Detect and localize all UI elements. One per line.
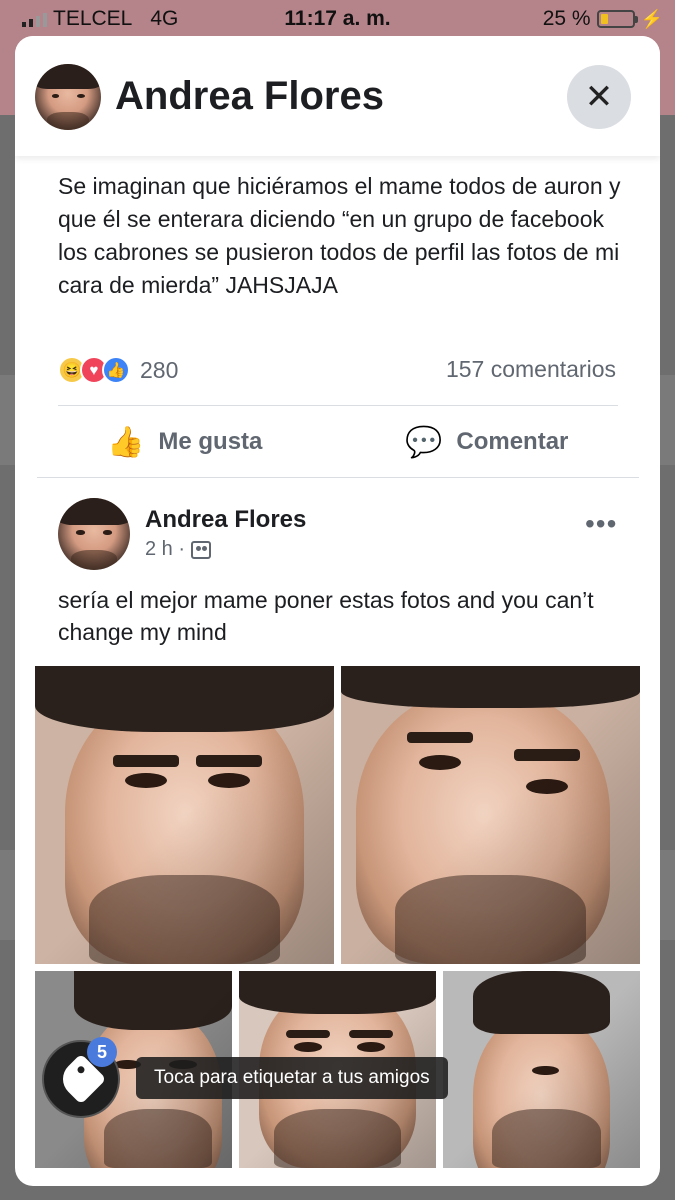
post-photo[interactable]: [341, 666, 640, 964]
post-author[interactable]: Andrea Flores: [145, 506, 306, 534]
tag-tooltip: Toca para etiquetar a tus amigos: [136, 1057, 448, 1099]
like-button[interactable]: 👍 Me gusta: [107, 422, 262, 462]
avatar[interactable]: [35, 64, 101, 130]
post-time[interactable]: 2 h ·: [145, 538, 185, 561]
comments-count[interactable]: 157 comentarios: [446, 356, 616, 383]
audience-group-icon[interactable]: [191, 540, 212, 559]
reactions-summary[interactable]: 😆 ♥ 👍 280: [58, 354, 178, 386]
battery-icon: [596, 10, 638, 28]
sheet-header: Andrea Flores ✕: [15, 36, 660, 156]
comment-label: Comentar: [456, 428, 569, 455]
more-options-button[interactable]: •••: [585, 508, 617, 540]
reaction-count: 280: [140, 356, 179, 383]
network-type: 4G: [150, 7, 179, 30]
divider: [37, 477, 639, 478]
post-meta: 2 h ·: [145, 538, 212, 561]
carrier-name: TELCEL: [53, 7, 133, 30]
post-text: sería el mejor mame poner estas fotos an…: [58, 587, 594, 645]
clock: 11:17 a. m.: [284, 7, 391, 30]
tag-count-badge: 5: [87, 1037, 117, 1067]
post-sheet: Andrea Flores ✕ Se imaginan que hiciéram…: [15, 36, 660, 1186]
like-icon: 👍: [102, 356, 130, 384]
battery-percent: 25 %: [542, 7, 591, 30]
divider: [58, 405, 618, 406]
comment-bubble-icon: 💬: [405, 425, 443, 459]
close-button[interactable]: ✕: [567, 65, 631, 129]
post-photo[interactable]: [35, 666, 334, 964]
status-bar: TELCEL 4G 11:17 a. m. 25 % ⚡: [0, 0, 675, 38]
post-photo[interactable]: [443, 971, 640, 1168]
like-label: Me gusta: [158, 428, 263, 455]
close-icon: ✕: [584, 78, 614, 116]
avatar[interactable]: [58, 498, 130, 570]
charging-icon: ⚡: [640, 8, 663, 29]
thumbs-up-icon: 👍: [107, 425, 145, 459]
signal-icon: [22, 11, 47, 27]
post-text: Se imaginan que hiciéramos el mame todos…: [58, 173, 621, 298]
comment-button[interactable]: 💬 Comentar: [405, 422, 568, 462]
page-title[interactable]: Andrea Flores: [115, 74, 384, 119]
